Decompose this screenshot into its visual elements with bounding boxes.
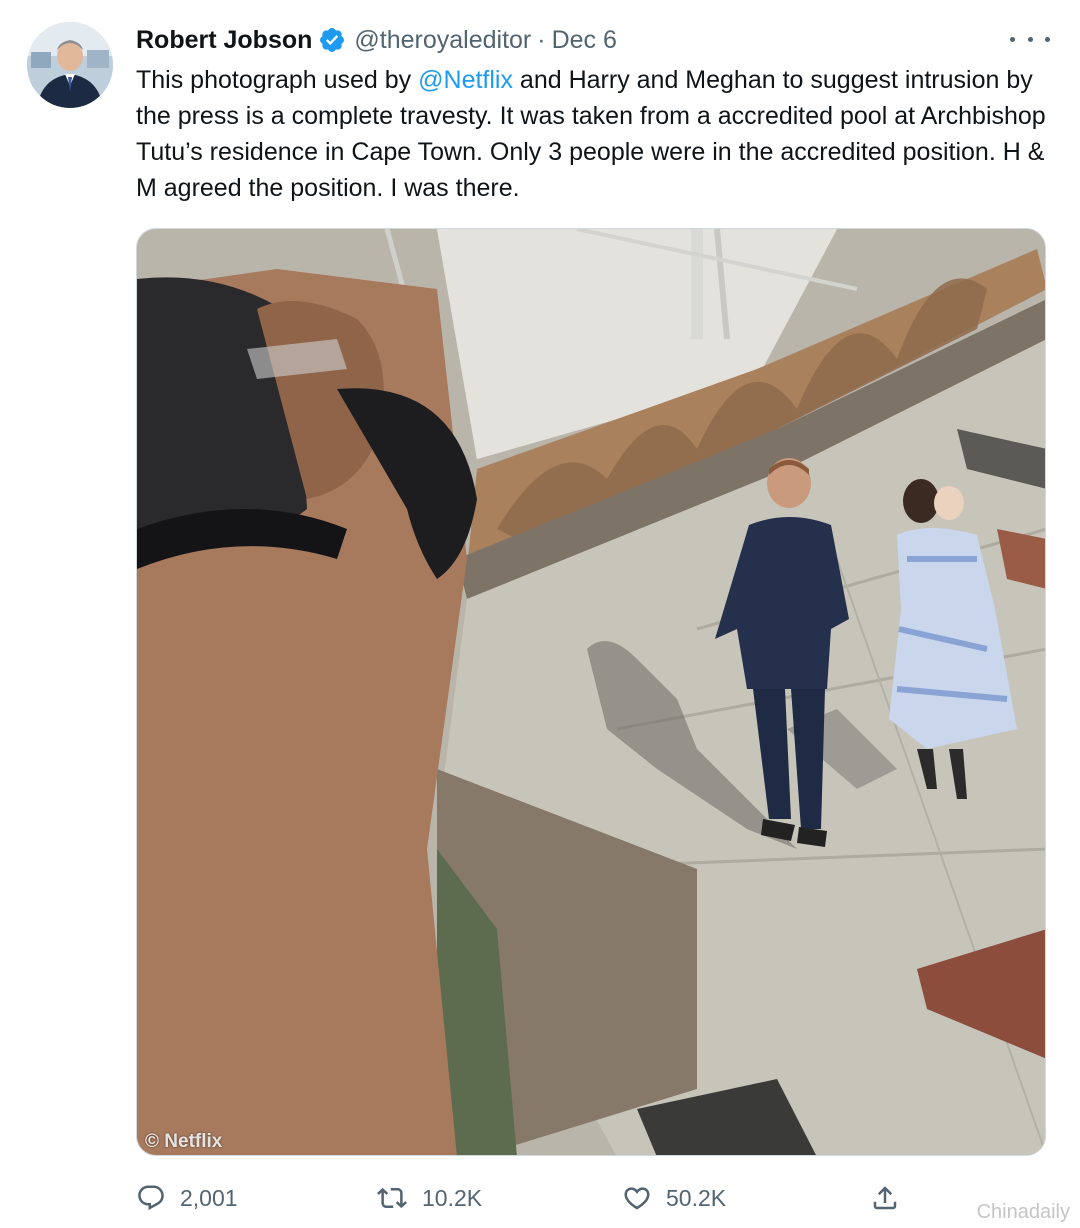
retweet-button[interactable]: 10.2K [376, 1176, 482, 1220]
tweet-photo[interactable]: © Netflix [136, 228, 1046, 1156]
verified-badge-icon [318, 26, 346, 54]
tweet-text: This photograph used by @Netflix and Har… [136, 62, 1056, 206]
more-options-icon[interactable] [1010, 28, 1050, 50]
retweet-count: 10.2K [422, 1184, 483, 1211]
more-dot [1010, 36, 1015, 42]
netflix-mention-link[interactable]: @Netflix [418, 66, 513, 94]
tweet-header: Robert Jobson @theroyaleditor · Dec 6 [136, 22, 617, 58]
more-dot [1027, 36, 1033, 42]
tweet-actions-bar: 2,001 10.2K 50.2K [136, 1176, 1056, 1220]
reply-button[interactable]: 2,001 [136, 1176, 238, 1220]
like-button[interactable]: 50.2K [622, 1176, 726, 1220]
separator-dot: · [537, 25, 546, 54]
retweet-icon [377, 1187, 407, 1209]
share-icon [873, 1186, 897, 1210]
like-count: 50.2K [666, 1184, 727, 1211]
avatar[interactable] [27, 22, 113, 108]
reply-count: 2,001 [180, 1184, 238, 1211]
like-icon [624, 1187, 650, 1210]
share-button[interactable] [870, 1176, 914, 1220]
author-handle[interactable]: @theroyaleditor [354, 26, 531, 55]
tweet-card: Robert Jobson @theroyaleditor · Dec 6 Th… [0, 0, 1080, 1228]
tweet-date[interactable]: Dec 6 [552, 26, 617, 55]
author-display-name[interactable]: Robert Jobson [136, 26, 312, 55]
avatar-image [27, 22, 113, 108]
photo-scene [137, 229, 1045, 1155]
tweet-text-start: This photograph used by [136, 66, 419, 94]
corner-watermark: Chinadaily [976, 1201, 1070, 1223]
more-dot [1045, 36, 1050, 42]
reply-icon [138, 1185, 164, 1211]
netflix-watermark: © Netflix [145, 1131, 223, 1152]
